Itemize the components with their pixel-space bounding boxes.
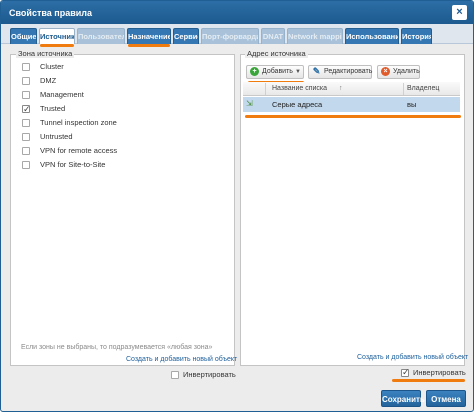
title-bar[interactable]: Свойства правила × [1,1,473,24]
add-button-label: Добавить [262,68,293,75]
invert-checkbox-checked[interactable]: ✓ [401,367,410,377]
zone-label: VPN for remote access [40,146,118,155]
invert-highlight [392,379,465,382]
edit-button-label: Редактировать [324,68,373,75]
close-button[interactable]: × [452,5,467,20]
zone-checkbox[interactable] [22,133,30,141]
address-table-header: Название списка ↑ Владелец [243,82,460,96]
tab-general[interactable]: Общие [10,28,37,44]
pencil-icon: ✎ [312,66,321,76]
source-address-legend: Адрес источника [245,49,308,58]
column-separator [265,83,266,95]
zone-checkbox[interactable] [22,63,30,71]
tab-usage[interactable]: Использование [345,28,399,44]
zone-label: Cluster [40,62,64,71]
column-header-owner[interactable]: Владелец [407,82,439,96]
check-icon: ✓ [23,104,31,114]
zone-label: Trusted [40,104,66,113]
zone-label: Tunnel inspection zone [40,118,117,127]
invert-label: Инвертировать [413,368,466,377]
edit-button[interactable]: ✎ Редактировать [308,65,372,79]
zone-checkbox[interactable] [22,91,30,99]
tab-bar: Общие Источник Пользователи Назначение С… [1,24,473,44]
zone-label: DMZ [40,76,57,85]
zone-checkbox[interactable] [22,77,30,85]
plus-icon: + [250,67,259,76]
row-owner: вы [407,100,417,109]
zone-checkbox-checked[interactable]: ✓ [22,104,31,114]
sort-ascending-icon[interactable]: ↑ [339,82,343,96]
add-button[interactable]: + Добавить ▼ [246,65,304,79]
dialog-title: Свойства правила [9,8,93,18]
tab-highlight-source [40,44,74,47]
tab-port-forwarding[interactable]: Порт-форвардинг [201,28,259,44]
delete-button-label: Удалить [393,68,420,75]
zone-label: Untrusted [40,132,73,141]
zone-label: VPN for Site-to-Site [40,160,106,169]
tab-network-mapping[interactable]: Network mapping [287,28,343,44]
row-highlight [245,115,461,118]
drag-handle-icon[interactable]: ⇲ [246,99,253,108]
row-list-name: Серые адреса [272,100,323,109]
cancel-button[interactable]: Отмена [426,390,466,407]
save-button[interactable]: Сохранить [381,390,425,407]
check-icon: ✓ [402,367,410,377]
invert-label: Инвертировать [183,370,236,379]
tab-destination[interactable]: Назначение [127,28,171,44]
tab-history[interactable]: История [401,28,432,44]
tab-highlight-destination [128,44,170,47]
column-separator [403,83,404,95]
delete-icon: × [381,67,390,76]
create-address-object-link[interactable]: Создать и добавить новый объект [357,354,468,361]
delete-button[interactable]: × Удалить [377,65,420,79]
zone-checkbox[interactable] [22,147,30,155]
source-zone-legend: Зона источника [16,49,75,58]
zone-checkbox[interactable] [22,119,30,127]
create-zone-object-link[interactable]: Создать и добавить новый объект [126,356,237,363]
tab-dnat[interactable]: DNAT [261,28,285,44]
tab-service[interactable]: Сервис [173,28,199,44]
empty-zone-hint: Если зоны не выбраны, то подразумевается… [21,344,213,351]
zone-checkbox[interactable] [22,161,30,169]
column-header-name[interactable]: Название списка [272,82,327,96]
tab-users[interactable]: Пользователи [77,28,125,44]
invert-checkbox[interactable] [171,371,179,379]
table-row[interactable]: ⇲ Серые адреса вы [243,97,460,112]
tab-source[interactable]: Источник [39,28,75,44]
zone-label: Management [40,90,84,99]
rule-properties-dialog: Свойства правила × Общие Источник Пользо… [0,0,474,412]
chevron-down-icon: ▼ [295,69,301,75]
